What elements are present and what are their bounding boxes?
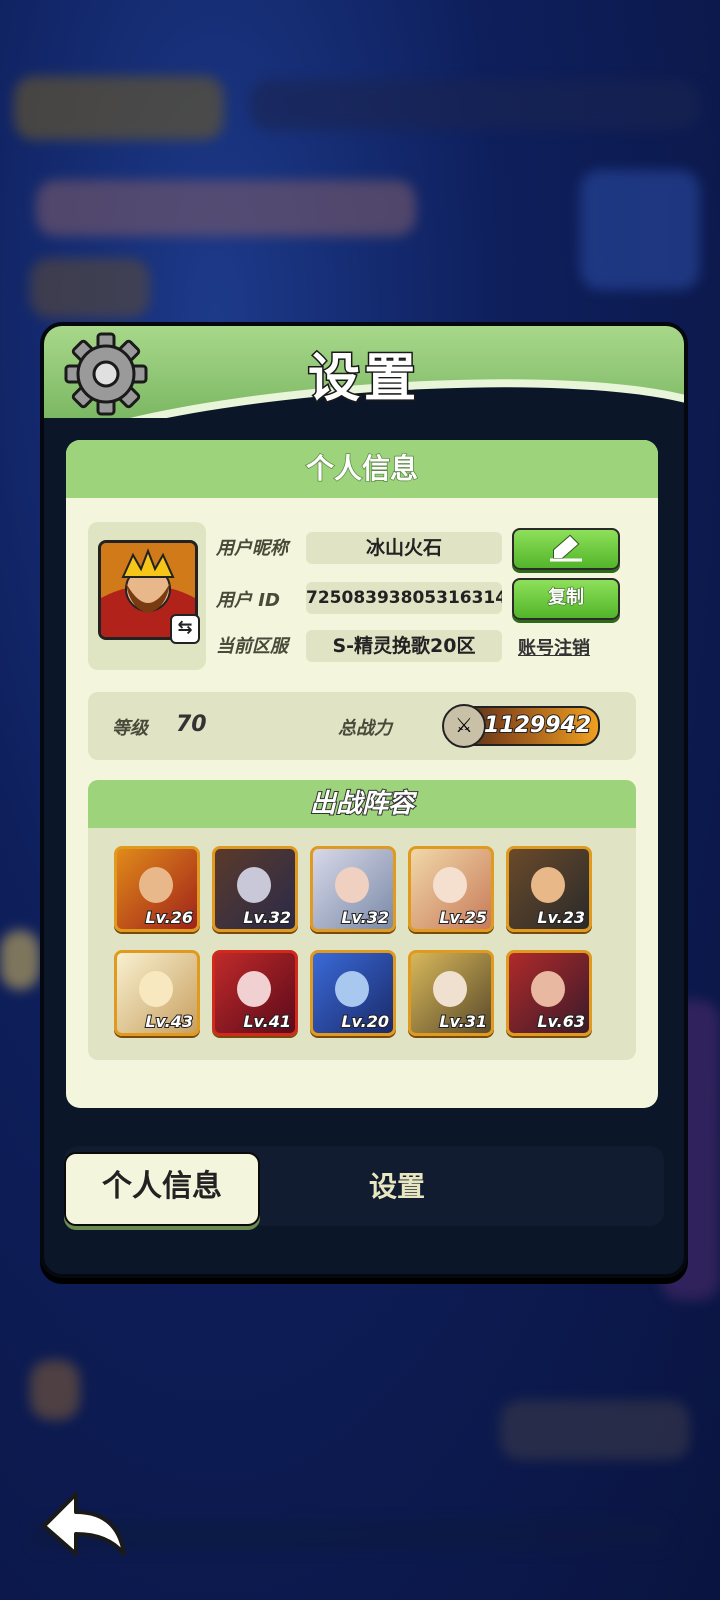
hero-portrait: [237, 971, 271, 1007]
hero-card[interactable]: Lv.32: [310, 846, 396, 932]
tab-settings[interactable]: 设置: [322, 1152, 472, 1222]
switch-avatar-icon[interactable]: ⇆: [170, 614, 200, 644]
hero-level: Lv.26: [144, 907, 194, 928]
level-value: 70: [176, 712, 207, 737]
panel-title: 设置: [306, 348, 420, 411]
hero-level: Lv.25: [438, 907, 488, 928]
personal-info-card: 个人信息 ⇆ 用户昵称 冰山火石 用户 ID 72508393805316314…: [66, 440, 658, 1108]
server-label: 当前区服: [216, 636, 288, 657]
hero-portrait: [335, 971, 369, 1007]
hero-level: Lv.23: [536, 907, 586, 928]
hero-portrait: [139, 867, 173, 903]
hero-level: Lv.43: [144, 1011, 194, 1032]
hero-card[interactable]: Lv.20: [310, 950, 396, 1036]
profile-avatar-box[interactable]: ⇆: [88, 522, 206, 670]
user-id-label: 用户 ID: [216, 590, 280, 611]
hero-portrait: [335, 867, 369, 903]
edit-nickname-button[interactable]: [512, 528, 620, 570]
hero-level: Lv.32: [340, 907, 390, 928]
hero-level: Lv.31: [438, 1011, 488, 1032]
hero-card[interactable]: Lv.43: [114, 950, 200, 1036]
hero-portrait: [237, 867, 271, 903]
hero-portrait: [531, 867, 565, 903]
copy-id-button[interactable]: 复制: [512, 578, 620, 620]
tab-bar: 个人信息 设置: [64, 1146, 664, 1226]
hero-portrait: [433, 867, 467, 903]
hero-portrait: [433, 971, 467, 1007]
hero-level: Lv.20: [340, 1011, 390, 1032]
hero-level: Lv.63: [536, 1011, 586, 1032]
pencil-icon: [550, 534, 582, 562]
power-value: 1129942: [483, 712, 592, 739]
tab-personal-info[interactable]: 个人信息: [64, 1152, 260, 1226]
hero-level: Lv.32: [242, 907, 292, 928]
hero-card[interactable]: Lv.26: [114, 846, 200, 932]
power-label: 总战力: [338, 718, 392, 739]
power-badge: ⚔ 1129942: [442, 704, 600, 748]
level-label: 等级: [112, 718, 148, 739]
user-id-value: 72508393805316314: [306, 582, 502, 614]
crossed-swords-icon: ⚔: [442, 704, 486, 748]
settings-panel: 设置 个人信息 ⇆ 用户昵称 冰山火石 用户 ID 72508393805316…: [40, 322, 688, 1278]
hero-level: Lv.41: [242, 1011, 292, 1032]
hero-card[interactable]: Lv.63: [506, 950, 592, 1036]
hero-card[interactable]: Lv.23: [506, 846, 592, 932]
panel-header: 设置: [44, 326, 684, 418]
lineup-title: 出战阵容: [88, 780, 636, 828]
delete-account-link[interactable]: 账号注销: [518, 634, 590, 660]
server-value: S-精灵挽歌20区: [306, 630, 502, 662]
nickname-value: 冰山火石: [306, 532, 502, 564]
card-title: 个人信息: [66, 440, 658, 498]
hero-portrait: [531, 971, 565, 1007]
back-arrow-icon[interactable]: [38, 1488, 130, 1560]
hero-card[interactable]: Lv.25: [408, 846, 494, 932]
hero-portrait: [139, 971, 173, 1007]
hero-card[interactable]: Lv.31: [408, 950, 494, 1036]
hero-card[interactable]: Lv.41: [212, 950, 298, 1036]
battle-lineup: 出战阵容 Lv.26 Lv.32 Lv.32 Lv.25 Lv.23 Lv.43…: [88, 780, 636, 1060]
stats-bar: 等级 70 总战力 ⚔ 1129942: [88, 692, 636, 760]
nickname-label: 用户昵称: [216, 538, 288, 559]
hero-card[interactable]: Lv.32: [212, 846, 298, 932]
